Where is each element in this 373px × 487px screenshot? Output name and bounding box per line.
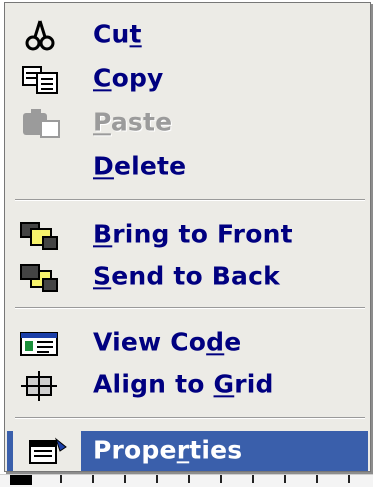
properties-icon <box>13 431 81 471</box>
bring-to-front-icon <box>13 217 67 253</box>
ruler-tick <box>316 475 318 483</box>
send-to-back-icon <box>13 259 67 295</box>
properties-label: Properties <box>93 435 243 465</box>
paste-icon <box>13 105 67 141</box>
menu-item-bring-to-front[interactable]: Bring to Front <box>7 215 368 255</box>
paste-label: Paste <box>93 107 173 137</box>
ruler-tick <box>348 475 350 483</box>
menu-item-cut[interactable]: Cut <box>7 15 368 55</box>
menu-item-paste[interactable]: Paste <box>7 103 368 143</box>
align-to-grid-icon <box>13 367 67 403</box>
send-to-back-label: Send to Back <box>93 261 280 291</box>
ruler-tick <box>124 475 126 483</box>
scissors-icon <box>13 17 67 53</box>
copy-label: Copy <box>93 63 164 93</box>
view-code-icon <box>13 325 67 361</box>
copy-icon <box>13 61 67 97</box>
separator <box>15 417 365 419</box>
align-to-grid-label: Align to Grid <box>93 369 274 399</box>
ruler-tick <box>156 475 158 483</box>
menu-item-copy[interactable]: Copy <box>7 59 368 99</box>
cut-label: Cut <box>93 19 142 49</box>
menu-item-send-to-back[interactable]: Send to Back <box>7 257 368 297</box>
ruler-marker <box>10 475 32 485</box>
context-menu: Cut Copy Paste Delete Bring to Front Sen… <box>4 2 371 472</box>
separator <box>15 199 365 201</box>
delete-label: Delete <box>93 151 187 181</box>
menu-item-view-code[interactable]: View Code <box>7 323 368 363</box>
ruler-tick <box>284 475 286 483</box>
ruler-tick <box>92 475 94 483</box>
menu-item-align-to-grid[interactable]: Align to Grid <box>7 365 368 405</box>
menu-item-properties[interactable]: Properties <box>7 431 368 471</box>
ruler-tick <box>188 475 190 483</box>
menu-item-delete[interactable]: Delete <box>7 147 368 187</box>
ruler-tick <box>60 475 62 483</box>
ruler-tick <box>252 475 254 483</box>
separator <box>15 307 365 309</box>
ruler-tick <box>220 475 222 483</box>
view-code-label: View Code <box>93 327 242 357</box>
bring-to-front-label: Bring to Front <box>93 219 293 249</box>
ruler <box>0 474 373 487</box>
